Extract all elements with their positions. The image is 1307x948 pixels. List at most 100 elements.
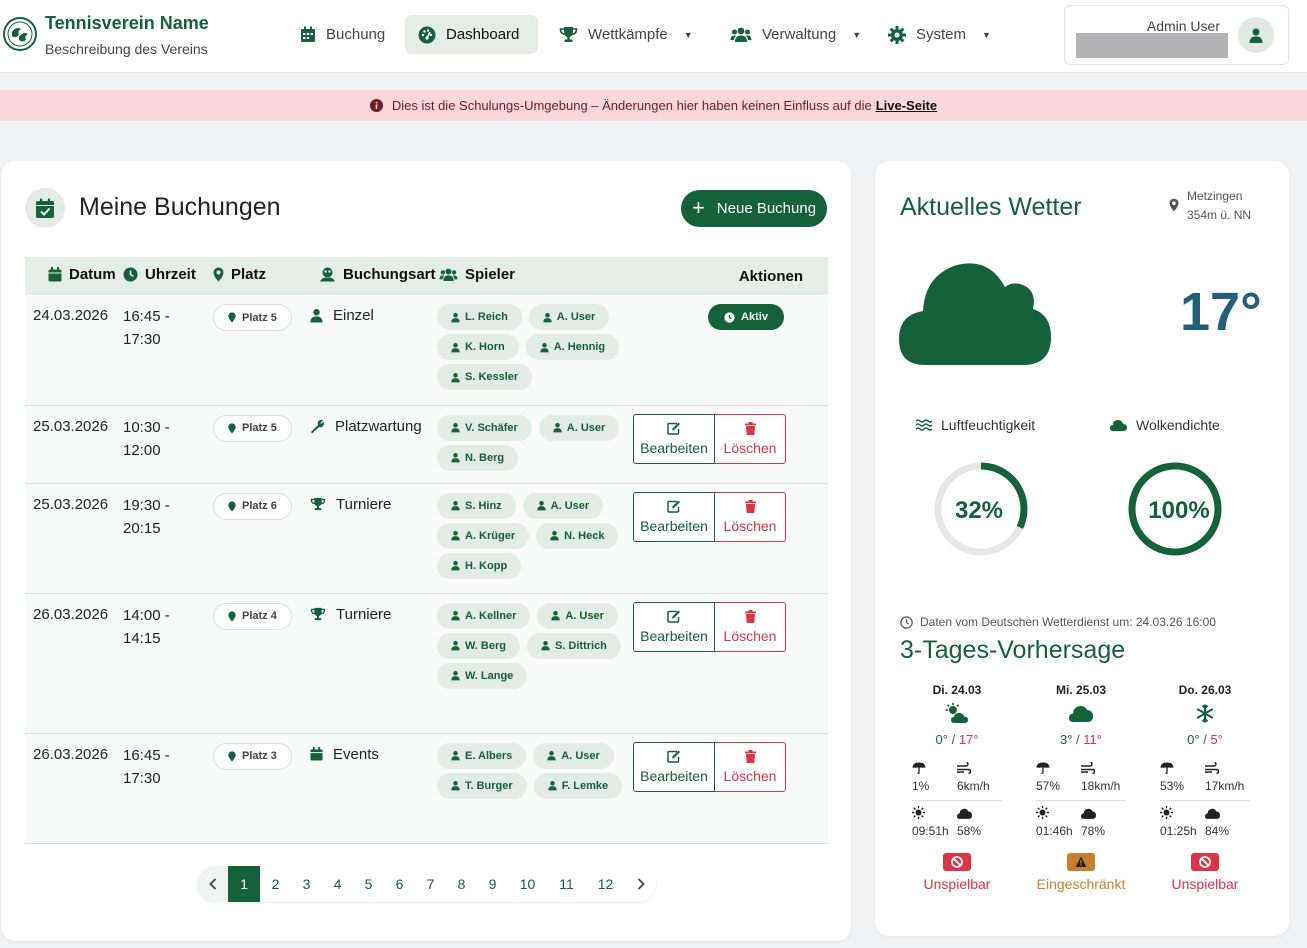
club-name[interactable]: Tennisverein Name — [45, 13, 209, 34]
player-chip[interactable]: H. Kopp — [437, 552, 522, 579]
player-chip[interactable]: A. Krüger — [437, 522, 530, 549]
player-chip[interactable]: L. Reich — [437, 304, 522, 330]
court-badge[interactable]: Platz 4 — [213, 602, 292, 630]
pagination-page[interactable]: 2 — [260, 866, 291, 902]
delete-button[interactable]: Löschen — [715, 601, 786, 652]
edit-button[interactable]: Bearbeiten — [633, 413, 715, 464]
live-site-link[interactable]: Live-Seite — [876, 98, 937, 113]
player-chip[interactable]: A. User — [528, 304, 610, 330]
column-header-buchungsart[interactable]: Buchungsart — [319, 266, 436, 283]
delete-button[interactable]: Löschen — [715, 413, 786, 464]
cloud-icon — [957, 808, 972, 819]
forecast-wind: 17km/h — [1205, 779, 1245, 793]
water-waves-icon — [916, 419, 932, 431]
nav-verwaltung[interactable]: Verwaltung ▼ — [717, 15, 874, 54]
edit-button[interactable]: Bearbeiten — [633, 601, 715, 652]
pagination-page[interactable]: 5 — [353, 866, 384, 902]
weather-title: Aktuelles Wetter — [900, 193, 1082, 221]
nav-dashboard[interactable]: Dashboard — [405, 15, 538, 54]
user-icon — [451, 781, 460, 791]
pagination-page[interactable]: 8 — [446, 866, 477, 902]
user-icon — [547, 751, 556, 761]
edit-button[interactable]: Bearbeiten — [633, 741, 715, 792]
user-icon — [451, 342, 460, 352]
nav-wettkaempfe[interactable]: Wettkämpfe ▼ — [546, 15, 706, 54]
player-chip[interactable]: A. User — [537, 602, 618, 629]
edit-button[interactable]: Bearbeiten — [633, 491, 715, 542]
pagination-page[interactable]: 7 — [415, 866, 446, 902]
court-label: Platz 3 — [242, 750, 277, 762]
player-chip[interactable]: A. Hennig — [525, 334, 620, 360]
user-icon — [451, 641, 460, 651]
weather-location: Metzingen 354m ü. NN — [1169, 187, 1251, 225]
forecast-clouds: 58% — [957, 824, 982, 838]
map-pin-icon — [228, 422, 236, 434]
player-chip[interactable]: S. Dittrich — [526, 632, 621, 659]
user-icon — [451, 751, 460, 761]
user-icon — [536, 501, 546, 511]
new-booking-button[interactable]: + Neue Buchung — [681, 190, 827, 227]
forecast-date: Mi. 25.03 — [1055, 683, 1107, 697]
player-chip[interactable]: F. Lemke — [533, 772, 623, 799]
player-chip[interactable]: E. Albers — [437, 742, 527, 769]
user-icon — [540, 342, 549, 352]
delete-button[interactable]: Löschen — [715, 491, 786, 542]
player-chip[interactable]: V. Schäfer — [437, 414, 532, 441]
pagination-page[interactable]: 6 — [384, 866, 415, 902]
column-header-platz[interactable]: Platz — [213, 266, 266, 283]
player-chip[interactable]: W. Berg — [437, 632, 520, 659]
pagination-prev[interactable] — [197, 866, 228, 902]
player-chip[interactable]: S. Kessler — [437, 364, 533, 390]
court-badge[interactable]: Platz 6 — [213, 492, 292, 520]
column-header-datum[interactable]: Datum — [48, 266, 116, 283]
court-badge[interactable]: Platz 3 — [213, 742, 292, 770]
user-menu[interactable]: Admin User — [1064, 5, 1289, 65]
wrench-icon — [310, 419, 335, 434]
delete-button[interactable]: Löschen — [715, 741, 786, 792]
pagination-page[interactable]: 1 — [228, 866, 260, 902]
booking-date: 26.03.2026 — [33, 605, 109, 623]
court-badge[interactable]: Platz 5 — [213, 414, 292, 442]
player-chip[interactable]: K. Horn — [437, 334, 519, 360]
pagination-page[interactable]: 4 — [322, 866, 353, 902]
club-logo[interactable] — [3, 17, 37, 51]
status-badge-aktiv[interactable]: Aktiv — [708, 304, 784, 330]
player-chip[interactable]: S. Hinz — [437, 492, 516, 519]
pagination-page[interactable]: 10 — [508, 866, 547, 902]
chevron-down-icon: ▼ — [683, 29, 693, 40]
player-chip[interactable]: N. Berg — [437, 444, 519, 471]
nav-buchung[interactable]: Buchung — [287, 15, 398, 54]
booking-type-label: Platzwartung — [335, 417, 422, 435]
player-chip[interactable]: A. Kellner — [437, 602, 531, 629]
pagination-page[interactable]: 9 — [477, 866, 508, 902]
pagination-page[interactable]: 12 — [586, 866, 625, 902]
nav-system[interactable]: System ▼ — [875, 15, 1004, 54]
data-source: Daten vom Deutschen Wetterdienst um: 24.… — [900, 615, 1216, 629]
pagination-page[interactable]: 3 — [291, 866, 322, 902]
player-chip[interactable]: N. Heck — [536, 522, 619, 549]
player-chip[interactable]: A. User — [522, 492, 604, 519]
column-header-uhrzeit[interactable]: Uhrzeit — [123, 266, 196, 283]
humidity-value: 32% — [954, 497, 1004, 524]
data-source-text: Daten vom Deutschen Wetterdienst um: 24.… — [920, 615, 1216, 629]
training-environment-banner: Dies ist die Schulungs-Umgebung – Änderu… — [0, 90, 1307, 121]
player-chip[interactable]: T. Burger — [437, 772, 527, 799]
forecast-rain: 57% — [1036, 779, 1061, 793]
warning-icon — [1067, 853, 1095, 871]
column-header-spieler[interactable]: Spieler — [439, 266, 515, 283]
court-badge[interactable]: Platz 5 — [213, 304, 292, 331]
forecast-high: 5° — [1210, 732, 1223, 747]
player-chip[interactable]: W. Lange — [437, 662, 528, 689]
pagination-page[interactable]: 11 — [547, 866, 586, 902]
avatar[interactable] — [1238, 17, 1274, 53]
player-name: E. Albers — [465, 749, 513, 762]
pagination-next[interactable] — [625, 866, 656, 902]
player-chip[interactable]: A. User — [533, 742, 614, 769]
trash-icon — [744, 421, 756, 435]
booking-time-end: 14:15 — [123, 629, 161, 647]
player-chip[interactable]: A. User — [538, 414, 620, 441]
calendar-icon — [48, 267, 62, 282]
weather-card: Aktuelles Wetter Metzingen 354m ü. NN 17… — [875, 161, 1289, 936]
booking-type-label: Turniere — [336, 605, 392, 623]
forecast-sunshine: 01:46h — [1036, 824, 1073, 838]
